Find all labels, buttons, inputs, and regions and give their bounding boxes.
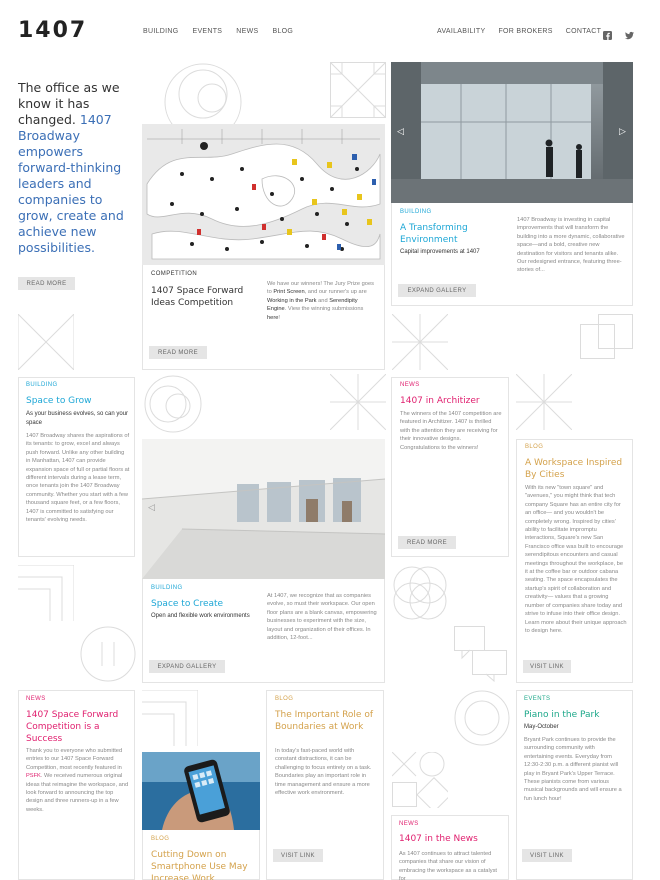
- deco-speech-bubbles: [454, 626, 510, 683]
- card-competition-body: We have our winners! The Jury Prize goes…: [267, 280, 377, 328]
- hero-tagline: 1407 Broadway empowers forward-thinking …: [18, 112, 124, 255]
- nav-news[interactable]: NEWS: [236, 28, 258, 35]
- deco-x-circle-bottom: [391, 751, 452, 813]
- primary-nav: BUILDING EVENTS NEWS BLOG: [143, 28, 293, 35]
- card-boundaries-tag: BLOG: [275, 696, 294, 702]
- deco-circles-mid: [142, 374, 204, 434]
- card-piano-tag: EVENTS: [524, 696, 551, 702]
- link-here[interactable]: here: [267, 315, 278, 321]
- deco-corners-left: [18, 564, 75, 621]
- competition-body-text: and: [316, 297, 330, 304]
- card-smartphone-tag: BLOG: [151, 836, 170, 842]
- card-boundaries-title[interactable]: The Important Role of Boundaries at Work: [275, 709, 379, 733]
- deco-squares-right: [580, 314, 634, 360]
- card-piano-subtitle: May-October: [524, 724, 559, 730]
- card-grow-title[interactable]: Space to Grow: [26, 395, 131, 407]
- nav-contact[interactable]: CONTACT: [566, 28, 601, 35]
- deco-circles-top: [142, 62, 264, 141]
- card-smartphone-title[interactable]: Cutting Down on Smartphone Use May Incre…: [151, 849, 255, 880]
- card-competition-tag: COMPETITION: [151, 271, 198, 277]
- card-cities-body: With its new "town square" and "avenues,…: [525, 485, 627, 634]
- boundaries-visit-link-button[interactable]: VISIT LINK: [273, 849, 323, 862]
- hero-read-more-button[interactable]: READ MORE: [18, 277, 75, 290]
- card-competition-success-body: Thank you to everyone who submitted entr…: [26, 747, 130, 822]
- card-boundaries-body: In today's fast-paced world with constan…: [275, 748, 372, 797]
- nav-for-brokers[interactable]: FOR BROKERS: [498, 28, 552, 35]
- link-print-screen[interactable]: Print Screen: [273, 289, 304, 295]
- deco-rings-overlap: [392, 565, 448, 621]
- card-grow-tag: BUILDING: [26, 382, 58, 388]
- facebook-icon[interactable]: [603, 25, 612, 40]
- competition-success-text: Thank you to everyone who submitted entr…: [26, 748, 123, 771]
- card-piano-title[interactable]: Piano in the Park: [524, 709, 628, 721]
- deco-x-box-top: [329, 61, 387, 119]
- twitter-icon[interactable]: [625, 25, 634, 40]
- deco-x-left: [17, 313, 75, 371]
- lobby-gallery-image[interactable]: [391, 62, 633, 203]
- nav-building[interactable]: BUILDING: [143, 28, 178, 35]
- card-create-body: At 1407, we recognize that as companies …: [267, 593, 377, 642]
- create-expand-gallery-button[interactable]: EXPAND GALLERY: [149, 660, 225, 673]
- competition-body-text: . View the winning submissions: [284, 306, 364, 313]
- card-architizer-tag: NEWS: [400, 382, 420, 388]
- card-in-news-body: As 1407 continues to attract talented co…: [399, 851, 497, 880]
- deco-circle-bars: [80, 626, 136, 682]
- card-in-news-tag: NEWS: [399, 821, 419, 827]
- nav-blog[interactable]: BLOG: [272, 28, 293, 35]
- nav-events[interactable]: EVENTS: [192, 28, 222, 35]
- card-cities-title[interactable]: A Workspace Inspired By Cities: [525, 457, 625, 481]
- card-piano-body: Bryant Park continues to provide the sur…: [524, 737, 622, 802]
- card-architizer-title[interactable]: 1407 in Architizer: [400, 395, 505, 407]
- lobby-gallery-next-arrow[interactable]: ▷: [619, 127, 626, 137]
- nav-availability[interactable]: AVAILABILITY: [437, 28, 485, 35]
- card-competition-success-title[interactable]: 1407 Space Forward Competition is a Succ…: [26, 709, 130, 745]
- competition-body-text: !: [278, 314, 280, 321]
- card-in-news-title[interactable]: 1407 in the News: [399, 833, 503, 845]
- deco-circle-bottom: [454, 690, 510, 746]
- lobby-gallery-prev-arrow[interactable]: ◁: [397, 127, 404, 137]
- office-gallery-prev-arrow[interactable]: ◁: [148, 503, 155, 513]
- card-competition-title[interactable]: 1407 Space Forward Ideas Competition: [151, 285, 261, 309]
- office-gallery-image[interactable]: [142, 439, 385, 579]
- competition-body-text: , and our runner's up are: [304, 289, 367, 296]
- deco-corners-bottom: [142, 689, 199, 746]
- card-grow-body: 1407 Broadway shares the aspirations of …: [26, 433, 130, 524]
- card-competition-success-tag: NEWS: [26, 696, 46, 702]
- card-transforming-tag: BUILDING: [400, 209, 432, 215]
- competition-success-text: . We received numerous original ideas th…: [26, 773, 129, 813]
- competition-map-image[interactable]: [142, 124, 385, 265]
- cities-visit-link-button[interactable]: VISIT LINK: [523, 660, 571, 673]
- site-logo[interactable]: 1407: [18, 18, 87, 43]
- deco-star-mid: [391, 313, 449, 371]
- competition-read-more-button[interactable]: READ MORE: [149, 346, 207, 359]
- card-create-subtitle: Open and flexible work environments: [151, 613, 250, 619]
- card-create-title[interactable]: Space to Create: [151, 598, 261, 610]
- card-transforming-body: 1407 Broadway is investing in capital im…: [517, 217, 625, 274]
- card-cities-tag: BLOG: [525, 444, 544, 450]
- secondary-nav: AVAILABILITY FOR BROKERS CONTACT: [437, 28, 601, 35]
- link-working-in-the-park[interactable]: Working in the Park: [267, 298, 317, 304]
- deco-star-right: [515, 373, 573, 431]
- card-create-tag: BUILDING: [151, 585, 183, 591]
- smartphone-image[interactable]: [142, 752, 260, 830]
- link-psfk[interactable]: PSFK: [26, 773, 41, 779]
- architizer-read-more-button[interactable]: READ MORE: [398, 536, 456, 549]
- transforming-expand-gallery-button[interactable]: EXPAND GALLERY: [398, 284, 476, 297]
- card-architizer-body: The winners of the 1407 competition are …: [400, 411, 502, 451]
- card-transforming-subtitle: Capital improvements at 1407: [400, 249, 480, 255]
- hero-text: The office as we know it has changed. 14…: [18, 80, 133, 256]
- card-transforming-title[interactable]: A Transforming Environment: [400, 222, 510, 246]
- deco-star-center: [329, 373, 387, 431]
- card-grow-subtitle: As your business evolves, so can your sp…: [26, 411, 129, 426]
- piano-visit-link-button[interactable]: VISIT LINK: [522, 849, 572, 862]
